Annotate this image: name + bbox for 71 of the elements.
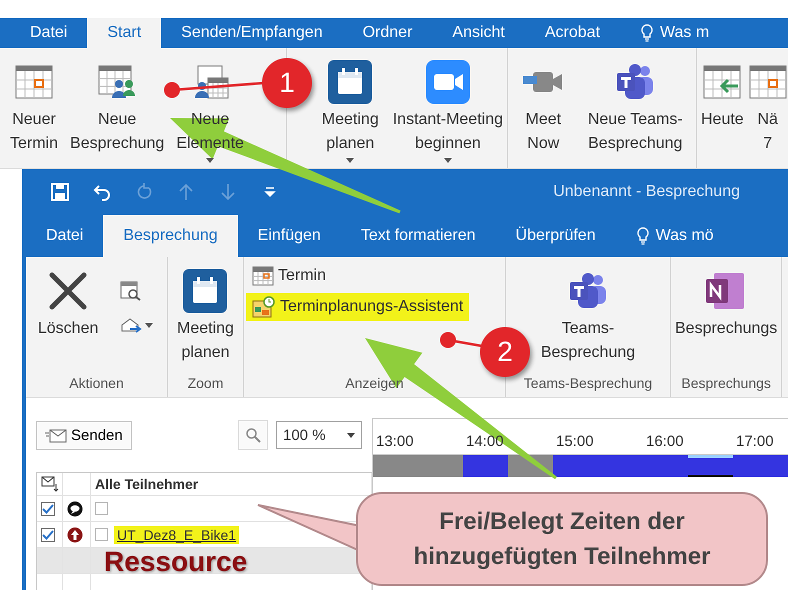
ribbon-tab[interactable]: Einfügen <box>238 215 341 257</box>
ribbon-button[interactable]: Besprechungs <box>673 257 780 341</box>
calendar-icon <box>14 64 54 100</box>
calendar-clock-icon <box>252 296 276 318</box>
calendar-icon <box>183 269 228 313</box>
teams-icon <box>615 63 656 101</box>
group-label: Besprechungs <box>680 375 772 393</box>
calendar-icon <box>328 60 372 104</box>
organizer-icon <box>67 500 83 516</box>
caret-icon <box>347 432 355 438</box>
resource-icon <box>67 526 83 542</box>
send-button[interactable]: Senden <box>36 420 132 450</box>
checkmark-icon <box>42 504 54 514</box>
checkbox[interactable] <box>95 502 108 515</box>
group-label: Teams-Besprechung <box>522 375 654 393</box>
ribbon-tab[interactable]: Überprüfen <box>496 215 616 257</box>
ribbon-button[interactable]: Löschen <box>36 257 100 341</box>
ribbon-button[interactable]: Teams- Besprechung <box>538 257 638 365</box>
time-label: 13:00 <box>375 433 415 452</box>
ribbon-button[interactable]: Instant-Meeting beginnen <box>390 48 505 164</box>
lightbulb-icon <box>640 24 654 42</box>
ribbon-tab[interactable]: Datei <box>10 18 88 48</box>
ribbon-button[interactable]: Neue Besprechung <box>68 48 166 156</box>
checkbox[interactable] <box>95 528 108 541</box>
ribbon-tab[interactable]: Datei <box>26 215 104 257</box>
checkbox[interactable] <box>41 528 55 542</box>
leader-line <box>440 332 482 348</box>
ribbon-tab[interactable]: Acrobat <box>524 18 620 48</box>
window-title: Unbenannt - Besprechung <box>553 183 740 201</box>
time-label: 16:00 <box>645 433 685 452</box>
annotation-label: Ressource <box>104 546 248 578</box>
preview-icon <box>120 281 142 301</box>
caret-icon <box>145 322 154 328</box>
ribbon-button[interactable]: Terminplanungs-Assistent <box>246 293 470 321</box>
ribbon-tab[interactable]: Start <box>87 18 162 48</box>
group-label: Zoom <box>186 375 224 393</box>
zoom-dropdown[interactable]: 100 % <box>276 421 362 449</box>
calendar-people-icon <box>97 64 138 100</box>
ribbon-tab[interactable]: Ansicht <box>432 18 525 48</box>
ribbon-button[interactable]: Heute <box>699 48 746 132</box>
calendar-icon <box>252 266 274 286</box>
ribbon-button[interactable]: Meet Now <box>519 48 568 156</box>
time-label: 17:00 <box>735 433 775 452</box>
video-camera-icon <box>426 60 470 104</box>
save-button[interactable] <box>50 182 70 202</box>
search-tab[interactable]: Was mö <box>616 215 734 257</box>
zoom-button[interactable] <box>238 420 268 450</box>
save-icon <box>50 182 70 202</box>
ribbon-button[interactable]: Termin <box>246 263 470 289</box>
checkmark-icon <box>42 530 54 540</box>
time-label: 14:00 <box>465 433 505 452</box>
ribbon-tab[interactable]: Ordner <box>342 18 432 48</box>
envelope-sort-icon <box>41 476 59 492</box>
send-icon <box>45 427 67 443</box>
column-header: Alle Teilnehmer <box>95 476 198 492</box>
search-tab[interactable]: Was m <box>620 18 730 48</box>
checkbox[interactable] <box>41 502 55 516</box>
time-label: 15:00 <box>555 433 595 452</box>
attendee-name[interactable]: UT_Dez8_E_Bike1 <box>114 526 240 544</box>
search-icon <box>245 427 261 443</box>
ribbon-button[interactable]: Neue Teams- Besprechung <box>586 48 685 156</box>
ribbon-tab[interactable]: Besprechung <box>103 215 238 257</box>
ribbon-button[interactable]: Meeting planen <box>175 257 236 365</box>
lightbulb-icon <box>636 227 650 245</box>
ribbon-button[interactable]: Meeting planen <box>320 48 381 164</box>
ribbon-tab[interactable]: Text formatieren <box>340 215 496 257</box>
group-label: Aktionen <box>68 375 125 393</box>
ribbon-button[interactable]: Neuer Termin <box>8 48 60 156</box>
ribbon-tab[interactable]: Senden/Empfangen <box>161 18 343 48</box>
teams-icon <box>568 272 608 310</box>
ribbon-button[interactable]: Nä 7 <box>746 48 788 156</box>
